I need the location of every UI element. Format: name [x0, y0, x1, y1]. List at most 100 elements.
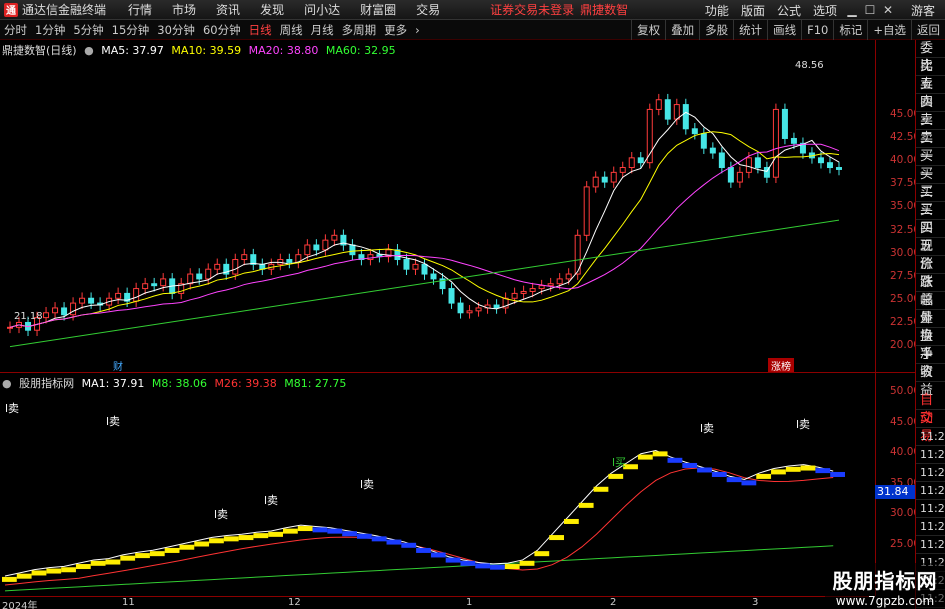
m26-line: [4, 467, 834, 586]
side-bottom-item[interactable]: 自动: [916, 392, 945, 426]
adjust-button[interactable]: 复权: [631, 20, 665, 40]
menu-discover[interactable]: 发现: [250, 1, 294, 18]
side-item[interactable]: 卖四: [916, 76, 945, 110]
signal-block: [711, 471, 727, 477]
ma1-label: MA1: 37.91: [81, 377, 145, 390]
side-item[interactable]: 买五: [916, 220, 945, 254]
signal-block: [401, 542, 417, 548]
period-1min[interactable]: 1分钟: [31, 22, 69, 38]
draw-button[interactable]: 画线: [767, 20, 801, 40]
add-watchlist-button[interactable]: +自选: [867, 20, 911, 40]
period-multi[interactable]: 多周期: [338, 22, 381, 38]
period-15min[interactable]: 15分钟: [108, 22, 154, 38]
signal-block: [445, 557, 461, 563]
menu-ask[interactable]: 问小达: [294, 1, 350, 18]
side-item[interactable]: 净资: [916, 346, 945, 380]
close-icon[interactable]: ✕: [879, 3, 897, 17]
period-60min[interactable]: 60分钟: [199, 22, 245, 38]
overlay-button[interactable]: 叠加: [665, 20, 699, 40]
f10-button[interactable]: F10: [801, 20, 833, 40]
candle-body: [835, 167, 842, 170]
candle-body: [664, 99, 671, 120]
date-axis: 2024年 11 12 1 2 3: [0, 596, 875, 609]
side-item[interactable]: 委比: [916, 40, 945, 74]
menu-function[interactable]: 功能: [699, 2, 735, 19]
side-bottom-item[interactable]: 11:29: [916, 518, 945, 536]
side-item[interactable]: 买三: [916, 184, 945, 218]
period-monthly[interactable]: 月线: [307, 22, 338, 38]
side-item[interactable]: 卖五: [916, 58, 945, 92]
date-label: 2: [610, 597, 617, 608]
indicator-chart[interactable]: l卖 l卖 l卖 l卖 l卖 l卖 l卖 l买: [0, 390, 875, 596]
period-more[interactable]: 更多: [380, 22, 411, 38]
maximize-icon[interactable]: ☐: [861, 3, 879, 17]
side-item[interactable]: 卖三: [916, 94, 945, 128]
multi-stock-button[interactable]: 多股: [699, 20, 733, 40]
side-item[interactable]: 卖一: [916, 130, 945, 164]
period-30min[interactable]: 30分钟: [153, 22, 199, 38]
side-bottom-item[interactable]: 11:29: [916, 482, 945, 500]
minimize-icon[interactable]: ▁: [843, 3, 861, 17]
period-tick[interactable]: 分时: [0, 22, 31, 38]
signal-block: [209, 538, 224, 544]
menu-formula[interactable]: 公式: [771, 2, 807, 19]
signal-block: [356, 533, 372, 539]
side-item[interactable]: 买二: [916, 166, 945, 200]
candle-body: [493, 304, 500, 309]
signal-block: [593, 486, 609, 492]
signal-block: [164, 547, 180, 553]
candle-body: [7, 326, 13, 329]
back-button[interactable]: 返回: [911, 20, 945, 40]
signal-block: [534, 551, 550, 557]
signal-block: [637, 454, 653, 460]
finance-badge[interactable]: 财: [110, 358, 126, 373]
menu-market[interactable]: 市场: [162, 1, 206, 18]
menu-layout[interactable]: 版面: [735, 2, 771, 19]
candle-body: [61, 307, 68, 316]
side-bottom-item[interactable]: 11:29: [916, 536, 945, 554]
menu-options[interactable]: 选项: [807, 2, 843, 19]
signal-block: [800, 465, 816, 471]
candle-body: [304, 244, 311, 256]
high-price-label: 48.56: [795, 60, 824, 71]
candle-body: [628, 157, 635, 169]
side-bottom-item[interactable]: 交易: [916, 410, 945, 444]
gainer-badge[interactable]: 涨榜: [768, 358, 794, 373]
menu-news[interactable]: 资讯: [206, 1, 250, 18]
side-item[interactable]: 总量: [916, 292, 945, 326]
settings-dot-icon-2[interactable]: ●: [2, 377, 12, 390]
side-bottom-item[interactable]: 11:29: [916, 500, 945, 518]
signal-block: [830, 471, 845, 477]
period-daily[interactable]: 日线: [245, 22, 276, 38]
side-item[interactable]: 卖二: [916, 112, 945, 146]
side-item[interactable]: 涨跌: [916, 256, 945, 290]
candlestick-chart[interactable]: 48.56 21.18: [0, 56, 875, 372]
signal-block: [756, 473, 772, 479]
side-item[interactable]: 收益: [916, 364, 945, 398]
side-item[interactable]: 买一: [916, 148, 945, 182]
candle-body: [43, 312, 50, 319]
side-bottom-item[interactable]: 11:29: [916, 428, 945, 446]
side-item[interactable]: 换手: [916, 328, 945, 362]
signal-block: [149, 551, 165, 557]
date-label: 2024年: [2, 601, 38, 609]
side-item[interactable]: 买四: [916, 202, 945, 236]
side-bottom-item[interactable]: 11:29: [916, 464, 945, 482]
stats-button[interactable]: 统计: [733, 20, 767, 40]
mark-button[interactable]: 标记: [833, 20, 867, 40]
chevron-right-icon[interactable]: ›: [411, 23, 424, 37]
menu-wealth[interactable]: 财富圈: [350, 1, 406, 18]
menu-trade[interactable]: 交易: [406, 1, 450, 18]
login-notice[interactable]: 证券交易未登录: [490, 1, 574, 18]
guest-user[interactable]: 游客: [911, 2, 935, 19]
signal-block: [386, 539, 402, 545]
watermark-title: 股朋指标网: [832, 569, 938, 593]
period-weekly[interactable]: 周线: [276, 22, 307, 38]
candle-body: [241, 254, 248, 261]
side-item[interactable]: 现价: [916, 238, 945, 272]
side-bottom-item[interactable]: 11:29: [916, 446, 945, 464]
side-item[interactable]: 外盘: [916, 310, 945, 344]
period-5min[interactable]: 5分钟: [69, 22, 107, 38]
menu-quotes[interactable]: 行情: [118, 1, 162, 18]
side-item[interactable]: 涨幅: [916, 274, 945, 308]
